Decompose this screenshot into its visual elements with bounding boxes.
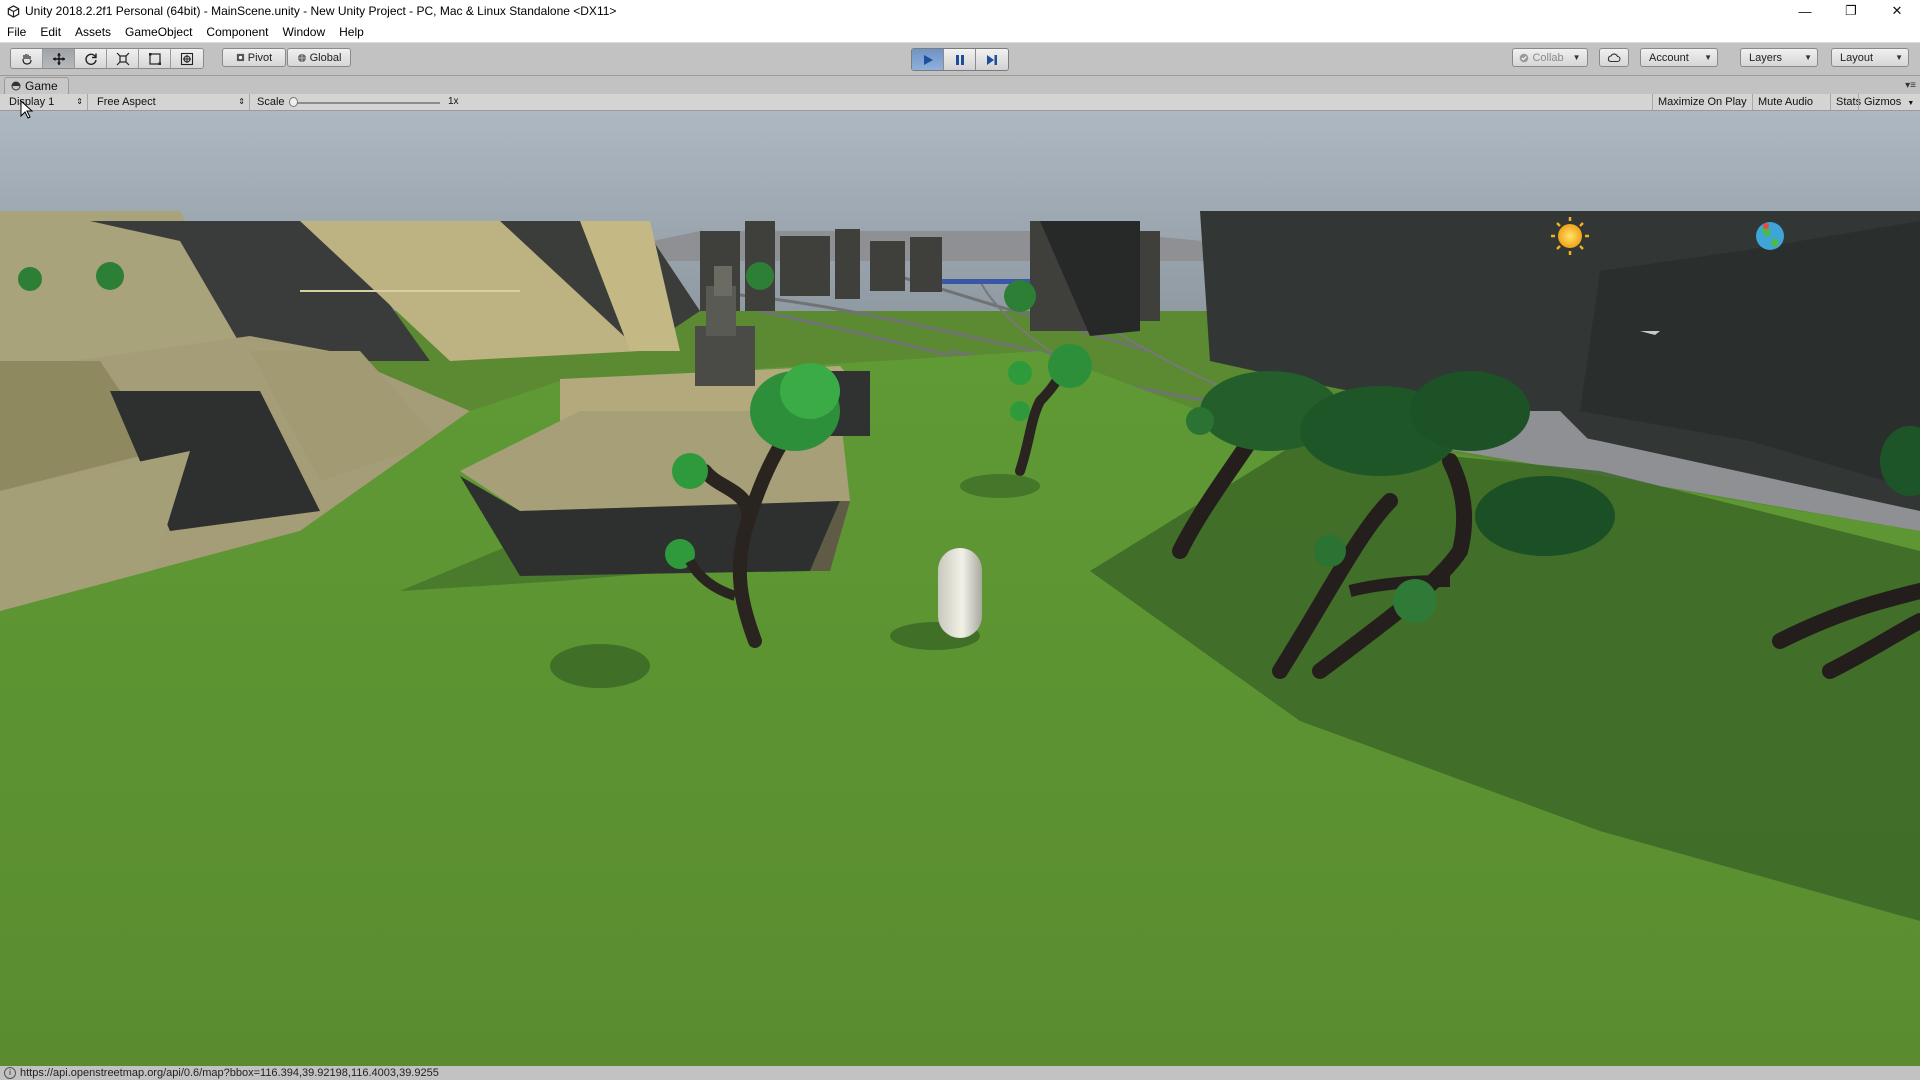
- pause-button[interactable]: [944, 49, 976, 70]
- layers-label: Layers: [1749, 51, 1783, 64]
- menu-edit[interactable]: Edit: [33, 22, 68, 43]
- aspect-label: Free Aspect: [97, 96, 156, 108]
- playback-controls: [911, 48, 1009, 71]
- gizmos-label: Gizmos: [1864, 96, 1902, 108]
- pivot-label: Pivot: [247, 51, 273, 64]
- minimize-button[interactable]: —: [1782, 0, 1828, 22]
- scale-value: 1x: [448, 96, 459, 107]
- move-icon: [52, 52, 65, 65]
- updown-arrows-icon: ⇕: [76, 97, 83, 106]
- scale-slider-thumb[interactable]: [289, 97, 298, 107]
- menu-gameobject[interactable]: GameObject: [118, 22, 199, 43]
- status-bar: i https://api.openstreetmap.org/api/0.6/…: [0, 1066, 1920, 1080]
- display-dropdown[interactable]: Display 1 ⇕: [4, 94, 88, 110]
- chevron-down-icon: ▼: [1704, 53, 1712, 62]
- scale-slider-track[interactable]: [290, 102, 440, 104]
- account-label: Account: [1649, 51, 1689, 64]
- step-button[interactable]: [976, 49, 1008, 70]
- rect-tool-icon: [148, 52, 161, 65]
- chevron-down-icon: ▼: [1804, 53, 1812, 62]
- move-tool-button[interactable]: [43, 49, 75, 68]
- game-view-bar: Display 1 ⇕ Free Aspect ⇕ Scale 1x Maxim…: [0, 94, 1920, 111]
- pivot-icon: [236, 53, 244, 62]
- hand-tool-button[interactable]: [11, 49, 43, 68]
- pivot-toggle[interactable]: Pivot: [222, 48, 286, 67]
- layers-dropdown[interactable]: Layers ▼: [1740, 48, 1818, 67]
- aspect-dropdown[interactable]: Free Aspect ⇕: [92, 94, 250, 110]
- rotate-tool-button[interactable]: [75, 49, 107, 68]
- tab-game[interactable]: Game: [4, 77, 69, 94]
- tab-game-label: Game: [25, 79, 58, 93]
- chevron-down-icon: ▼: [1572, 53, 1581, 62]
- game-panel-header: Game ▾≡: [0, 77, 1920, 94]
- player-capsule: [938, 548, 982, 638]
- cloud-icon: [1607, 52, 1621, 62]
- game-viewport[interactable]: [0, 111, 1920, 1066]
- global-label: Global: [309, 51, 342, 64]
- play-button[interactable]: [912, 49, 944, 70]
- layout-label: Layout: [1840, 51, 1874, 64]
- window-title: Unity 2018.2.2f1 Personal (64bit) - Main…: [25, 4, 617, 18]
- mouse-cursor-icon: [20, 100, 34, 119]
- chevron-down-icon: ▼: [1907, 100, 1915, 107]
- globe-icon: [1756, 222, 1784, 250]
- global-toggle[interactable]: Global: [287, 48, 351, 67]
- menu-bar: File Edit Assets GameObject Component Wi…: [0, 22, 1920, 43]
- menu-file[interactable]: File: [0, 22, 33, 43]
- unity-logo-icon: [5, 3, 21, 19]
- chevron-down-icon: ▼: [1895, 53, 1903, 62]
- menu-window[interactable]: Window: [275, 22, 332, 43]
- scale-tool-button[interactable]: [107, 49, 139, 68]
- step-icon: [987, 54, 997, 65]
- pause-icon: [955, 54, 964, 65]
- rect-tool-button[interactable]: [139, 49, 171, 68]
- info-icon: i: [4, 1067, 16, 1079]
- globe-icon: [297, 53, 306, 62]
- transform-icon: [180, 52, 194, 65]
- status-message[interactable]: https://api.openstreetmap.org/api/0.6/ma…: [20, 1067, 439, 1079]
- transform-tools: [10, 48, 204, 69]
- rotate-icon: [84, 53, 97, 65]
- check-icon: [1520, 53, 1529, 62]
- menu-component[interactable]: Component: [199, 22, 275, 43]
- mute-audio-toggle[interactable]: Mute Audio: [1752, 94, 1818, 110]
- game-tab-icon: [11, 81, 21, 91]
- title-bar: Unity 2018.2.2f1 Personal (64bit) - Main…: [0, 0, 1920, 22]
- play-icon: [923, 54, 933, 65]
- menu-assets[interactable]: Assets: [68, 22, 118, 43]
- menu-help[interactable]: Help: [332, 22, 371, 43]
- transform-tool-button[interactable]: [171, 49, 203, 68]
- collab-dropdown[interactable]: Collab ▼: [1512, 48, 1588, 67]
- toolbar: Pivot Global Collab ▼ Account ▼ Layers ▼…: [0, 43, 1920, 76]
- gizmos-dropdown[interactable]: Gizmos ▼: [1858, 94, 1920, 110]
- maximize-on-play-toggle[interactable]: Maximize On Play: [1652, 94, 1752, 110]
- maximize-button[interactable]: ❐: [1828, 0, 1874, 22]
- updown-arrows-icon: ⇕: [238, 97, 245, 106]
- scale-icon: [116, 52, 129, 65]
- collab-label: Collab: [1532, 51, 1564, 64]
- panel-menu-icon[interactable]: ▾≡: [1905, 80, 1916, 91]
- account-dropdown[interactable]: Account ▼: [1640, 48, 1718, 67]
- cloud-button[interactable]: [1599, 48, 1629, 67]
- layout-dropdown[interactable]: Layout ▼: [1831, 48, 1909, 67]
- hand-icon: [21, 53, 32, 65]
- close-button[interactable]: ✕: [1874, 0, 1920, 22]
- scale-label: Scale: [257, 96, 285, 108]
- game-scene-render: [0, 111, 1920, 1066]
